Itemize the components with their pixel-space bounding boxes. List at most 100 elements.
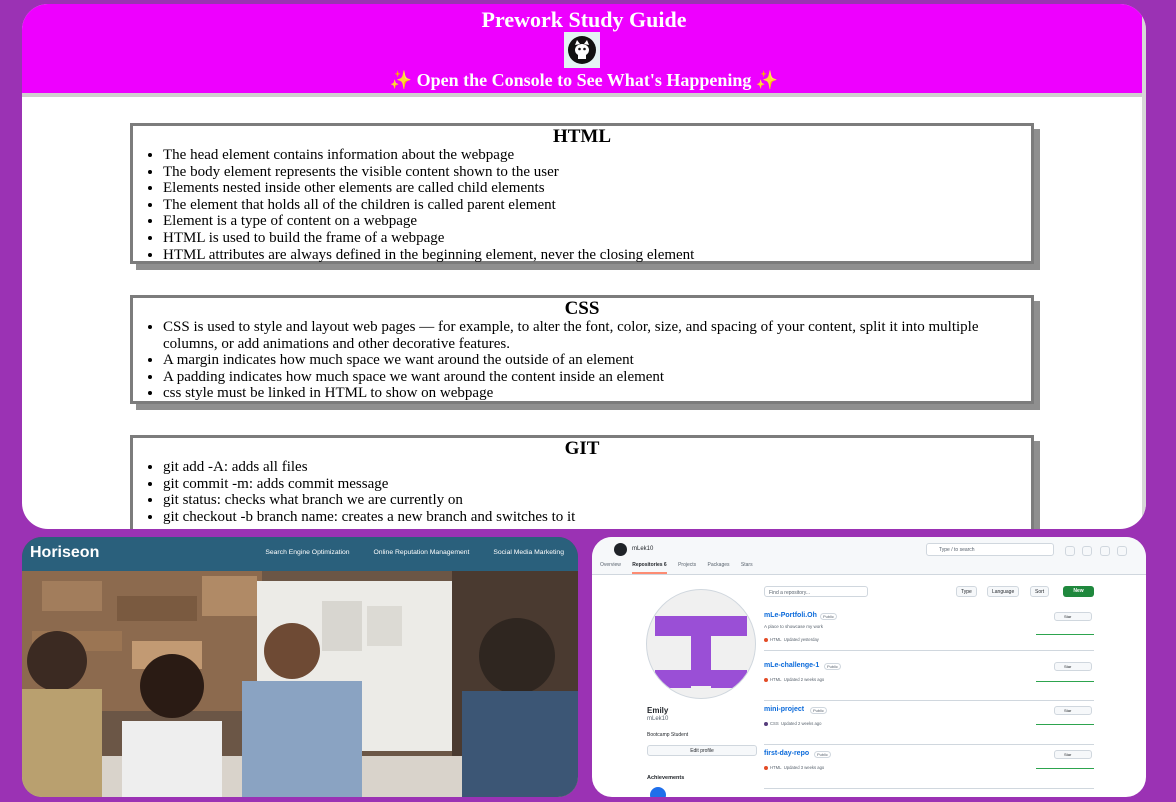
- star-button[interactable]: Star: [1054, 706, 1092, 715]
- github-profile-screenshot: mLek10 Type / to search Overview Reposit…: [592, 537, 1146, 797]
- list-item: A padding indicates how much space we wa…: [163, 369, 1023, 386]
- star-button[interactable]: Star: [1054, 612, 1092, 621]
- tab-packages[interactable]: Packages: [708, 562, 730, 568]
- tab-overview[interactable]: Overview: [600, 562, 621, 568]
- list-item: Element is a type of content on a webpag…: [163, 213, 1023, 230]
- language-dot-icon: [764, 677, 768, 682]
- achievements-heading: Achievements: [647, 775, 685, 781]
- language-dot-icon: [764, 721, 768, 726]
- team-meeting-photo: [22, 571, 578, 797]
- card-heading: GIT: [564, 438, 600, 459]
- list-item: Elements nested inside other elements ar…: [163, 180, 1023, 197]
- header-actions: [1062, 543, 1128, 561]
- card-heading: HTML: [552, 126, 612, 147]
- activity-graph: [1036, 634, 1094, 635]
- language-dot-icon: [764, 637, 768, 642]
- search-input[interactable]: Type / to search: [926, 543, 1054, 556]
- list-item: git add -A: adds all files: [163, 459, 1023, 476]
- list-item: git status: checks what branch we are cu…: [163, 492, 1023, 509]
- inbox-icon[interactable]: [1117, 546, 1128, 556]
- language-dot-icon: [764, 765, 768, 770]
- horiseon-nav-links: Search Engine Optimization Online Reputa…: [243, 549, 564, 556]
- repo-row: mini-project Public CSS Updated 2 weeks …: [764, 701, 1094, 745]
- star-button[interactable]: Star: [1054, 662, 1092, 671]
- visibility-badge: Public: [814, 751, 831, 758]
- list-item: git checkout -b branch name: creates a n…: [163, 509, 1023, 526]
- repo-language: CSS: [770, 721, 779, 726]
- list-item: The head element contains information ab…: [163, 147, 1023, 164]
- repo-row: first-day-repo Public HTML Updated 3 wee…: [764, 745, 1094, 789]
- repo-meta: CSS Updated 2 weeks ago: [764, 721, 821, 726]
- activity-graph: [1036, 681, 1094, 682]
- nav-link-reputation[interactable]: Online Reputation Management: [373, 549, 469, 556]
- repo-updated: Updated 3 weeks ago: [783, 765, 825, 770]
- repo-meta: HTML Updated 3 weeks ago: [764, 765, 824, 770]
- list-item: The element that holds all of the childr…: [163, 197, 1023, 214]
- star-button[interactable]: Star: [1054, 750, 1092, 759]
- repo-link[interactable]: mLe-Portfoli.Oh: [764, 612, 817, 619]
- activity-graph: [1036, 724, 1094, 725]
- notes-list: CSS is used to style and layout web page…: [163, 319, 1031, 402]
- list-item: HTML attributes are always defined in th…: [163, 247, 1023, 264]
- list-item: A margin indicates how much space we wan…: [163, 352, 1023, 369]
- pull-requests-icon[interactable]: [1099, 546, 1110, 556]
- card-heading: CSS: [564, 298, 600, 319]
- repo-language: HTML: [770, 765, 782, 770]
- horiseon-logo[interactable]: Horiseon: [30, 544, 99, 562]
- edit-profile-button[interactable]: Edit profile: [647, 745, 757, 756]
- new-repo-button[interactable]: New: [1063, 586, 1094, 597]
- list-item: HTML is used to build the frame of a web…: [163, 230, 1023, 247]
- repo-language: HTML: [770, 637, 782, 642]
- repo-updated: Updated 2 weeks ago: [783, 677, 825, 682]
- repo-language: HTML: [770, 677, 782, 682]
- type-filter[interactable]: Type: [956, 586, 977, 597]
- sparkle-icon: ✨: [389, 70, 413, 90]
- visibility-badge: Public: [824, 663, 841, 670]
- activity-graph: [1036, 768, 1094, 769]
- tab-stars[interactable]: Stars: [741, 562, 753, 568]
- profile-tabs: Overview Repositories 6 Projects Package…: [600, 562, 763, 574]
- list-item: The body element represents the visible …: [163, 164, 1023, 181]
- study-guide-page: Prework Study Guide ✨ Open the Console t…: [22, 4, 1146, 529]
- repo-row: mLe-challenge-1 Public HTML Updated 2 we…: [764, 657, 1094, 701]
- page-title: Prework Study Guide: [481, 7, 687, 32]
- console-hint: ✨ Open the Console to See What's Happeni…: [22, 70, 1146, 91]
- find-repository-input[interactable]: Find a repository...: [764, 586, 868, 597]
- horiseon-screenshot: Horiseon Search Engine Optimization Onli…: [22, 537, 578, 797]
- language-filter[interactable]: Language: [987, 586, 1020, 597]
- github-header: mLek10 Type / to search Overview Reposit…: [592, 537, 1146, 575]
- plus-icon[interactable]: [1065, 546, 1075, 556]
- tab-projects[interactable]: Projects: [678, 562, 696, 568]
- cat-icon: [564, 32, 600, 68]
- scrollbar[interactable]: [1142, 4, 1146, 529]
- header-username[interactable]: mLek10: [632, 546, 653, 552]
- avatar[interactable]: [646, 589, 756, 699]
- profile-bio: Bootcamp Student: [647, 732, 689, 738]
- achievement-badge-icon[interactable]: [650, 787, 666, 797]
- repo-meta: HTML Updated 2 weeks ago: [764, 677, 824, 682]
- repo-link[interactable]: first-day-repo: [764, 750, 809, 757]
- profile-name: Emily: [647, 706, 669, 715]
- list-item: CSS is used to style and layout web page…: [163, 319, 1023, 352]
- repo-row: mLe-Portfoli.Oh Public A place to showca…: [764, 607, 1094, 651]
- guide-header: Prework Study Guide ✨ Open the Console t…: [22, 4, 1146, 93]
- issues-icon[interactable]: [1082, 546, 1093, 556]
- github-logo-icon[interactable]: [614, 543, 627, 556]
- profile-login: mLek10: [647, 716, 669, 722]
- horiseon-navbar: Horiseon Search Engine Optimization Onli…: [22, 537, 578, 571]
- repo-link[interactable]: mLe-challenge-1: [764, 662, 819, 669]
- repo-updated: Updated 2 weeks ago: [780, 721, 822, 726]
- repo-updated: Updated yesterday: [783, 637, 819, 642]
- visibility-badge: Public: [810, 707, 827, 714]
- tab-repositories[interactable]: Repositories 6: [632, 562, 667, 574]
- nav-link-social[interactable]: Social Media Marketing: [493, 549, 564, 556]
- html-card: HTML The head element contains informati…: [130, 123, 1034, 264]
- git-card: GIT git add -A: adds all files git commi…: [130, 435, 1034, 529]
- repo-meta: HTML Updated yesterday: [764, 637, 819, 642]
- nav-link-seo[interactable]: Search Engine Optimization: [265, 549, 349, 556]
- sort-filter[interactable]: Sort: [1030, 586, 1050, 597]
- header-divider: [22, 93, 1146, 97]
- notes-list: git add -A: adds all files git commit -m…: [163, 459, 1031, 525]
- repo-link[interactable]: mini-project: [764, 706, 804, 713]
- console-hint-text: Open the Console to See What's Happening: [416, 70, 752, 90]
